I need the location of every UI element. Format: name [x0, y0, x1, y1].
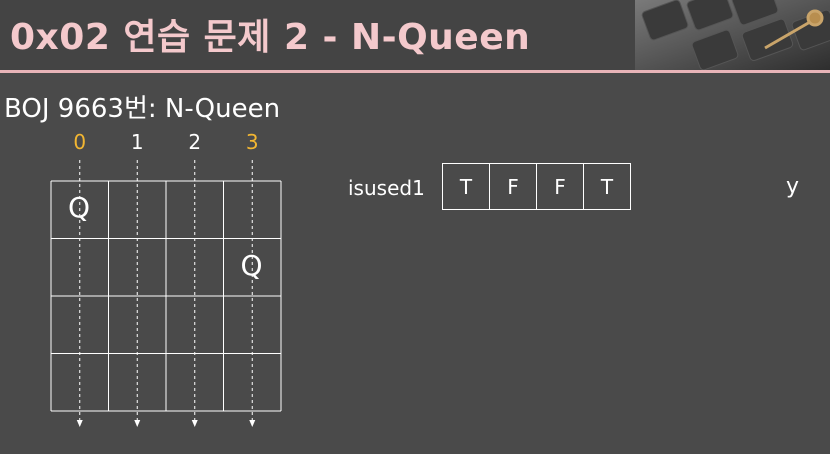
queen-piece: Q	[67, 191, 91, 224]
isused1-array: TFFT	[442, 163, 631, 210]
arrow-head-icon	[191, 420, 198, 427]
queen-piece: Q	[240, 248, 263, 282]
array-cell: T	[583, 163, 631, 210]
array-cell: F	[536, 163, 584, 210]
array-cell: T	[442, 163, 490, 210]
array-label: isused1	[348, 176, 425, 200]
arrow-head-icon	[134, 420, 141, 427]
arrow-head-icon	[76, 420, 83, 427]
arrow-head-icon	[249, 420, 256, 427]
corner-letter: y	[786, 174, 800, 199]
array-cell: F	[489, 163, 537, 210]
chess-board	[50, 160, 282, 427]
